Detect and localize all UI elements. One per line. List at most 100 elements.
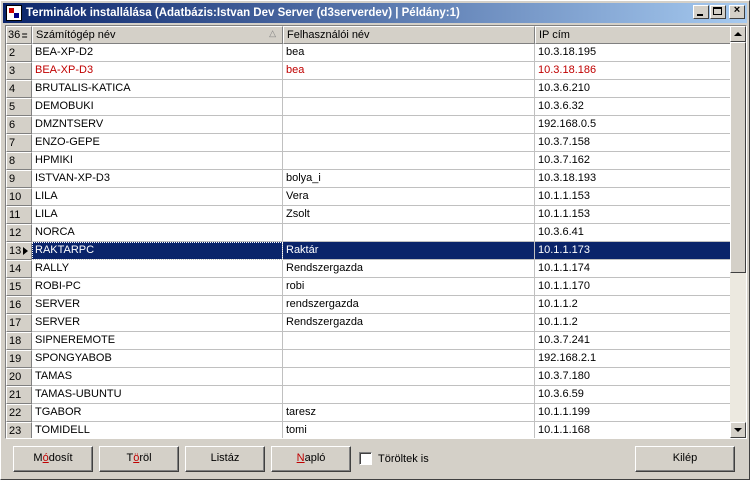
row-number[interactable]: 19 xyxy=(6,350,32,368)
checkbox-box[interactable] xyxy=(359,452,372,465)
deleted-too-checkbox[interactable]: Töröltek is xyxy=(359,452,429,465)
cell-computer-name[interactable]: LILA xyxy=(32,206,283,224)
cell-ip-address[interactable]: 10.3.18.195 xyxy=(535,44,731,62)
cell-computer-name[interactable]: TAMAS xyxy=(32,368,283,386)
row-number[interactable]: 6 xyxy=(6,116,32,134)
row-number[interactable]: 8 xyxy=(6,152,32,170)
cell-computer-name[interactable]: BEA-XP-D2 xyxy=(32,44,283,62)
row-number[interactable]: 10 xyxy=(6,188,32,206)
table-row[interactable]: 6 DMZNTSERV 192.168.0.5 xyxy=(6,116,731,134)
cell-ip-address[interactable]: 10.3.6.59 xyxy=(535,386,731,404)
delete-button[interactable]: Töröl xyxy=(99,446,179,472)
cell-user-name[interactable] xyxy=(283,224,535,242)
cell-ip-address[interactable]: 10.3.18.186 xyxy=(535,62,731,80)
cell-computer-name[interactable]: HPMIKI xyxy=(32,152,283,170)
cell-computer-name[interactable]: SERVER xyxy=(32,314,283,332)
cell-computer-name[interactable]: BRUTALIS-KATICA xyxy=(32,80,283,98)
cell-computer-name[interactable]: TAMAS-UBUNTU xyxy=(32,386,283,404)
table-row[interactable]: 7 ENZO-GEPE 10.3.7.158 xyxy=(6,134,731,152)
cell-ip-address[interactable]: 10.3.7.241 xyxy=(535,332,731,350)
cell-ip-address[interactable]: 10.1.1.2 xyxy=(535,296,731,314)
row-number[interactable]: 23 xyxy=(6,422,32,438)
cell-computer-name[interactable]: NORCA xyxy=(32,224,283,242)
cell-user-name[interactable] xyxy=(283,350,535,368)
cell-user-name[interactable]: Rendszergazda xyxy=(283,314,535,332)
cell-user-name[interactable] xyxy=(283,80,535,98)
cell-computer-name[interactable]: TOMIDELL xyxy=(32,422,283,438)
app-icon[interactable] xyxy=(6,5,22,21)
row-number[interactable]: 21 xyxy=(6,386,32,404)
row-number[interactable]: 18 xyxy=(6,332,32,350)
table-row[interactable]: 2 BEA-XP-D2 bea 10.3.18.195 xyxy=(6,44,731,62)
table-row[interactable]: 20 TAMAS 10.3.7.180 xyxy=(6,368,731,386)
table-row[interactable]: 10 LILA Vera 10.1.1.153 xyxy=(6,188,731,206)
cell-ip-address[interactable]: 10.3.6.41 xyxy=(535,224,731,242)
cell-computer-name[interactable]: ROBI-PC xyxy=(32,278,283,296)
cell-ip-address[interactable]: 10.3.6.32 xyxy=(535,98,731,116)
row-number[interactable]: 2 xyxy=(6,44,32,62)
row-number[interactable]: 13 xyxy=(6,242,32,260)
row-number[interactable]: 12 xyxy=(6,224,32,242)
cell-ip-address[interactable]: 10.1.1.153 xyxy=(535,206,731,224)
record-count-header[interactable]: 36≣ xyxy=(6,26,32,44)
table-row[interactable]: 3 BEA-XP-D3 bea 10.3.18.186 xyxy=(6,62,731,80)
cell-user-name[interactable]: rendszergazda xyxy=(283,296,535,314)
cell-user-name[interactable]: Rendszergazda xyxy=(283,260,535,278)
cell-ip-address[interactable]: 10.1.1.174 xyxy=(535,260,731,278)
close-button[interactable]: × xyxy=(729,4,745,19)
row-number[interactable]: 16 xyxy=(6,296,32,314)
cell-computer-name[interactable]: LILA xyxy=(32,188,283,206)
cell-user-name[interactable]: bolya_i xyxy=(283,170,535,188)
row-number[interactable]: 14 xyxy=(6,260,32,278)
row-number[interactable]: 17 xyxy=(6,314,32,332)
table-row[interactable]: 17 SERVER Rendszergazda 10.1.1.2 xyxy=(6,314,731,332)
cell-ip-address[interactable]: 10.3.7.162 xyxy=(535,152,731,170)
cell-user-name[interactable] xyxy=(283,98,535,116)
row-number[interactable]: 4 xyxy=(6,80,32,98)
cell-computer-name[interactable]: TGABOR xyxy=(32,404,283,422)
cell-user-name[interactable]: Vera xyxy=(283,188,535,206)
table-row[interactable]: 12 NORCA 10.3.6.41 xyxy=(6,224,731,242)
cell-ip-address[interactable]: 10.3.6.210 xyxy=(535,80,731,98)
table-row[interactable]: 21 TAMAS-UBUNTU 10.3.6.59 xyxy=(6,386,731,404)
cell-ip-address[interactable]: 10.1.1.170 xyxy=(535,278,731,296)
cell-user-name[interactable] xyxy=(283,116,535,134)
cell-ip-address[interactable]: 192.168.0.5 xyxy=(535,116,731,134)
row-number[interactable]: 15 xyxy=(6,278,32,296)
cell-ip-address[interactable]: 10.1.1.153 xyxy=(535,188,731,206)
vertical-scrollbar[interactable] xyxy=(730,26,746,438)
scroll-thumb[interactable] xyxy=(730,42,746,273)
cell-user-name[interactable]: Raktár xyxy=(283,242,535,260)
table-row[interactable]: 4 BRUTALIS-KATICA 10.3.6.210 xyxy=(6,80,731,98)
scroll-down-button[interactable] xyxy=(730,422,746,438)
column-header-user[interactable]: Felhasználói név xyxy=(283,26,535,44)
row-number[interactable]: 3 xyxy=(6,62,32,80)
title-bar[interactable]: Terminálok installálása (Adatbázis:Istva… xyxy=(3,3,747,23)
cell-computer-name[interactable]: RALLY xyxy=(32,260,283,278)
cell-computer-name[interactable]: ISTVAN-XP-D3 xyxy=(32,170,283,188)
minimize-button[interactable] xyxy=(693,5,709,19)
terminals-grid[interactable]: 36≣ Számítógép név △ Felhasználói név IP … xyxy=(5,25,747,439)
cell-computer-name[interactable]: SPONGYABOB xyxy=(32,350,283,368)
modify-button[interactable]: Módosít xyxy=(13,446,93,472)
maximize-button[interactable] xyxy=(710,5,726,19)
cell-computer-name[interactable]: ENZO-GEPE xyxy=(32,134,283,152)
table-row[interactable]: 14 RALLY Rendszergazda 10.1.1.174 xyxy=(6,260,731,278)
log-button[interactable]: Napló xyxy=(271,446,351,472)
cell-user-name[interactable] xyxy=(283,332,535,350)
cell-user-name[interactable]: tomi xyxy=(283,422,535,438)
table-row[interactable]: 23 TOMIDELL tomi 10.1.1.168 xyxy=(6,422,731,438)
table-row[interactable]: 19 SPONGYABOB 192.168.2.1 xyxy=(6,350,731,368)
cell-user-name[interactable] xyxy=(283,152,535,170)
table-row[interactable]: 16 SERVER rendszergazda 10.1.1.2 xyxy=(6,296,731,314)
cell-ip-address[interactable]: 10.1.1.168 xyxy=(535,422,731,438)
row-number[interactable]: 20 xyxy=(6,368,32,386)
cell-ip-address[interactable]: 10.1.1.2 xyxy=(535,314,731,332)
cell-user-name[interactable] xyxy=(283,386,535,404)
column-header-ip[interactable]: IP cím xyxy=(535,26,731,44)
cell-computer-name[interactable]: DMZNTSERV xyxy=(32,116,283,134)
cell-computer-name[interactable]: SERVER xyxy=(32,296,283,314)
table-row[interactable]: 15 ROBI-PC robi 10.1.1.170 xyxy=(6,278,731,296)
row-number[interactable]: 7 xyxy=(6,134,32,152)
cell-computer-name[interactable]: SIPNEREMOTE xyxy=(32,332,283,350)
